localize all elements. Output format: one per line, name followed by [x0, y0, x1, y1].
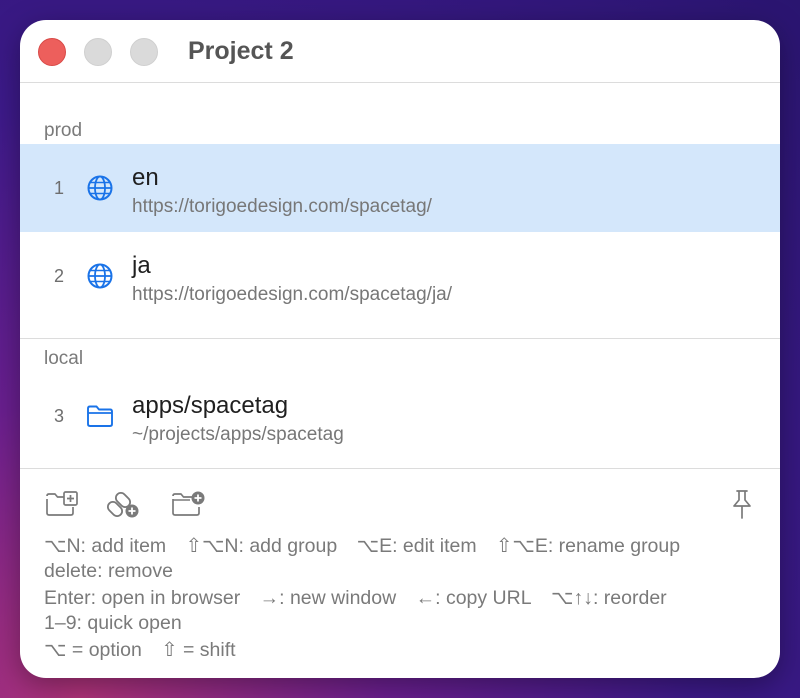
list-item-apps-spacetag[interactable]: 3 apps/spacetag ~/projects/apps/spacetag — [20, 372, 780, 460]
item-number: 1 — [54, 178, 65, 198]
help-line-2: delete: remove — [44, 560, 187, 583]
help-add-item: ⌥N: add item — [44, 535, 167, 557]
group-label-local: local — [44, 348, 84, 369]
app-window: Project 2 prod 1 en https://torigoedesig… — [20, 20, 780, 678]
add-folder-group-icon[interactable] — [44, 488, 80, 520]
title-bar: Project 2 — [20, 20, 780, 83]
list-item-en[interactable]: 1 en https://torigoedesign.com/spacetag/ — [20, 144, 780, 232]
help-line-3: Enter: open in browser →: new window ←: … — [44, 586, 681, 610]
item-url: https://torigoedesign.com/spacetag/ja/ — [132, 284, 453, 305]
help-remove: delete: remove — [44, 560, 173, 582]
close-button[interactable] — [38, 38, 66, 66]
help-option-legend: ⌥ = option — [44, 639, 142, 661]
help-add-group: ⇧⌥N: add group — [185, 535, 338, 557]
help-open-browser: Enter: open in browser — [44, 587, 241, 609]
folder-icon — [87, 405, 113, 427]
help-rename-group: ⇧⌥E: rename group — [496, 535, 681, 557]
zoom-button[interactable] — [130, 38, 158, 66]
globe-icon — [87, 263, 113, 289]
item-name: ja — [132, 252, 151, 279]
help-reorder: ⌥↑↓: reorder — [550, 587, 667, 609]
group-divider — [20, 338, 780, 339]
add-link-icon[interactable] — [106, 488, 142, 520]
minimize-button[interactable] — [84, 38, 112, 66]
help-line-1: ⌥N: add item ⇧⌥N: add group ⌥E: edit ite… — [44, 534, 694, 558]
group-label-prod: prod — [44, 120, 83, 141]
item-number: 2 — [54, 266, 65, 286]
help-new-window: →: new window — [259, 587, 397, 609]
help-shift-legend: ⇧ = shift — [161, 639, 236, 661]
help-line-4: 1–9: quick open — [44, 612, 196, 635]
toolbar-divider — [20, 468, 780, 469]
item-url: ~/projects/apps/spacetag — [132, 424, 344, 445]
pin-icon[interactable] — [724, 488, 760, 520]
help-edit-item: ⌥E: edit item — [356, 535, 477, 557]
window-title: Project 2 — [188, 37, 294, 65]
item-number: 3 — [54, 406, 65, 426]
item-url: https://torigoedesign.com/spacetag/ — [132, 196, 432, 217]
list-item-ja[interactable]: 2 ja https://torigoedesign.com/spacetag/… — [20, 232, 780, 320]
help-line-5: ⌥ = option ⇧ = shift — [44, 638, 250, 662]
add-folder-icon[interactable] — [170, 488, 206, 520]
help-quick-open: 1–9: quick open — [44, 612, 182, 634]
item-name: en — [132, 164, 159, 191]
globe-icon — [87, 175, 113, 201]
item-name: apps/spacetag — [132, 392, 289, 419]
help-copy-url: ←: copy URL — [415, 587, 532, 609]
